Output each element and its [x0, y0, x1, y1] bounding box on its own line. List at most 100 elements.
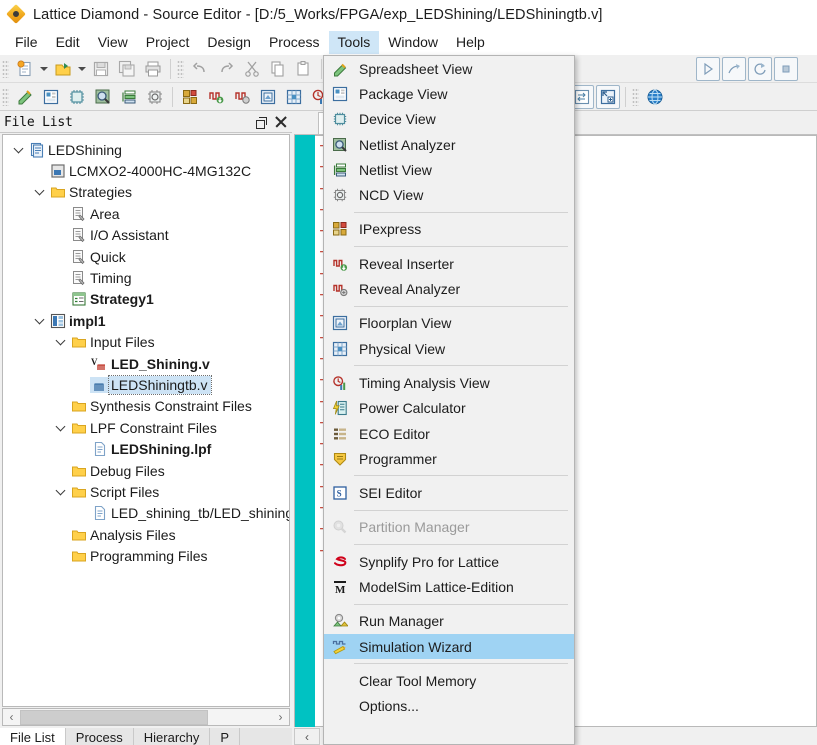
- web-button[interactable]: [643, 85, 667, 109]
- copy-button[interactable]: [266, 57, 290, 81]
- menu-edit[interactable]: Edit: [47, 31, 89, 54]
- netlist-view-button[interactable]: [117, 85, 141, 109]
- save-all-button[interactable]: [115, 57, 139, 81]
- spreadsheet-view-button[interactable]: [13, 85, 37, 109]
- menu-item-timing-analysis-view[interactable]: Timing Analysis View: [324, 370, 574, 395]
- chevron-down-icon[interactable]: [51, 421, 69, 432]
- menu-item-clear-tool-memory[interactable]: Clear Tool Memory: [324, 668, 574, 693]
- menu-item-device-view[interactable]: Device View: [324, 107, 574, 132]
- menu-item-package-view[interactable]: Package View: [324, 81, 574, 106]
- menu-item-netlist-analyzer[interactable]: Netlist Analyzer: [324, 132, 574, 157]
- tree-item[interactable]: Area: [3, 203, 289, 224]
- ncd-view-button[interactable]: [143, 85, 167, 109]
- menu-process[interactable]: Process: [260, 31, 329, 54]
- paste-button[interactable]: [292, 57, 316, 81]
- menu-item-modelsim-lattice-edition[interactable]: M ModelSim Lattice-Edition: [324, 574, 574, 599]
- menu-window[interactable]: Window: [379, 31, 447, 54]
- run-button[interactable]: [696, 56, 720, 81]
- toolbar-grip[interactable]: [2, 59, 9, 78]
- print-button[interactable]: [141, 57, 165, 81]
- package-view-button[interactable]: [39, 85, 63, 109]
- tree-item[interactable]: Quick: [3, 246, 289, 267]
- menu-item-synplify-pro-for-lattice[interactable]: Synplify Pro for Lattice: [324, 549, 574, 574]
- reveal-inserter-button[interactable]: [204, 85, 228, 109]
- tab-file-list[interactable]: File List: [0, 728, 66, 745]
- menu-item-reveal-inserter[interactable]: Reveal Inserter: [324, 251, 574, 276]
- fit-button[interactable]: [596, 84, 620, 109]
- netlist-analyzer-button[interactable]: [91, 85, 115, 109]
- menu-item-power-calculator[interactable]: Power Calculator: [324, 396, 574, 421]
- file-tree-hscrollbar[interactable]: ‹ ›: [2, 708, 290, 726]
- menu-item-options[interactable]: Options...: [324, 694, 574, 719]
- rerun-button[interactable]: [748, 56, 772, 81]
- tree-item[interactable]: Synthesis Constraint Files: [3, 396, 289, 417]
- tree-item[interactable]: V LED_Shining.v: [3, 353, 289, 374]
- floorplan-view-button[interactable]: [256, 85, 280, 109]
- menu-file[interactable]: File: [6, 31, 47, 54]
- menu-item-programmer[interactable]: Programmer: [324, 446, 574, 471]
- menu-view[interactable]: View: [89, 31, 137, 54]
- restore-icon[interactable]: [256, 116, 267, 129]
- toolbar-grip[interactable]: [177, 59, 184, 78]
- device-view-button[interactable]: [65, 85, 89, 109]
- menu-item-simulation-wizard[interactable]: Simulation Wizard: [324, 633, 574, 660]
- chevron-down-icon[interactable]: [51, 335, 69, 346]
- scroll-left-arrow[interactable]: ‹: [3, 710, 20, 724]
- menu-item-floorplan-view[interactable]: Floorplan View: [324, 311, 574, 336]
- chevron-down-icon[interactable]: [30, 314, 48, 325]
- tree-item[interactable]: LCMXO2-4000HC-4MG132C: [3, 160, 289, 181]
- toolbar-grip[interactable]: [632, 87, 639, 106]
- tools-dropdown-menu[interactable]: Spreadsheet View Package View Device View N…: [323, 55, 575, 745]
- menu-design[interactable]: Design: [198, 31, 260, 54]
- tree-item[interactable]: I/O Assistant: [3, 225, 289, 246]
- toolbar-grip[interactable]: [2, 87, 9, 106]
- tree-item[interactable]: Strategies: [3, 182, 289, 203]
- tree-item[interactable]: Debug Files: [3, 460, 289, 481]
- tab-hierarchy[interactable]: Hierarchy: [133, 728, 211, 745]
- chevron-down-icon[interactable]: [30, 186, 48, 196]
- menu-item-netlist-view[interactable]: Netlist View: [324, 157, 574, 182]
- tab-process[interactable]: Process: [65, 728, 134, 745]
- tree-item[interactable]: LEDShining: [3, 139, 289, 160]
- tree-item[interactable]: LED_shining_tb/LED_shining: [3, 503, 289, 524]
- scroll-left-arrow[interactable]: ‹: [294, 728, 320, 745]
- new-file-button[interactable]: [13, 57, 37, 81]
- menu-item-run-manager[interactable]: Run Manager: [324, 609, 574, 634]
- menu-item-eco-editor[interactable]: ECO Editor: [324, 421, 574, 446]
- tree-item[interactable]: LPF Constraint Files: [3, 417, 289, 438]
- tree-item[interactable]: Timing: [3, 267, 289, 288]
- open-file-dropdown[interactable]: [76, 66, 88, 71]
- tree-item[interactable]: Input Files: [3, 332, 289, 353]
- menu-item-ncd-view[interactable]: NCD View: [324, 182, 574, 207]
- reveal-analyzer-button[interactable]: [230, 85, 254, 109]
- redo-button[interactable]: [214, 57, 238, 81]
- tree-item[interactable]: LEDShiningtb.v: [3, 374, 289, 395]
- run-step-button[interactable]: [722, 56, 746, 81]
- chevron-down-icon[interactable]: [51, 485, 69, 496]
- open-file-button[interactable]: [51, 57, 75, 81]
- menu-item-physical-view[interactable]: Physical View: [324, 336, 574, 361]
- tree-item[interactable]: Analysis Files: [3, 524, 289, 545]
- menu-item-ipexpress[interactable]: IPexpress: [324, 217, 574, 242]
- tree-item[interactable]: Strategy1: [3, 289, 289, 310]
- cut-button[interactable]: [240, 57, 264, 81]
- save-button[interactable]: [89, 57, 113, 81]
- physical-view-button[interactable]: [282, 85, 306, 109]
- scroll-thumb[interactable]: [20, 709, 208, 725]
- stop-button[interactable]: [774, 56, 798, 81]
- menu-item-spreadsheet-view[interactable]: Spreadsheet View: [324, 56, 574, 81]
- new-file-dropdown[interactable]: [38, 66, 50, 71]
- menu-help[interactable]: Help: [447, 31, 494, 54]
- tree-item[interactable]: impl1: [3, 310, 289, 331]
- tab-p[interactable]: P: [210, 728, 241, 745]
- tree-item[interactable]: Programming Files: [3, 545, 289, 566]
- ipexpress-button[interactable]: [178, 85, 202, 109]
- file-tree[interactable]: LEDShining LCMXO2-4000HC-4MG132C Strategie…: [2, 134, 290, 707]
- menu-project[interactable]: Project: [137, 31, 199, 54]
- tree-item[interactable]: Script Files: [3, 481, 289, 502]
- undo-button[interactable]: [188, 57, 212, 81]
- menu-item-reveal-analyzer[interactable]: Reveal Analyzer: [324, 276, 574, 301]
- close-icon[interactable]: [275, 116, 287, 128]
- chevron-down-icon[interactable]: [9, 143, 27, 154]
- menu-tools[interactable]: Tools: [328, 31, 380, 54]
